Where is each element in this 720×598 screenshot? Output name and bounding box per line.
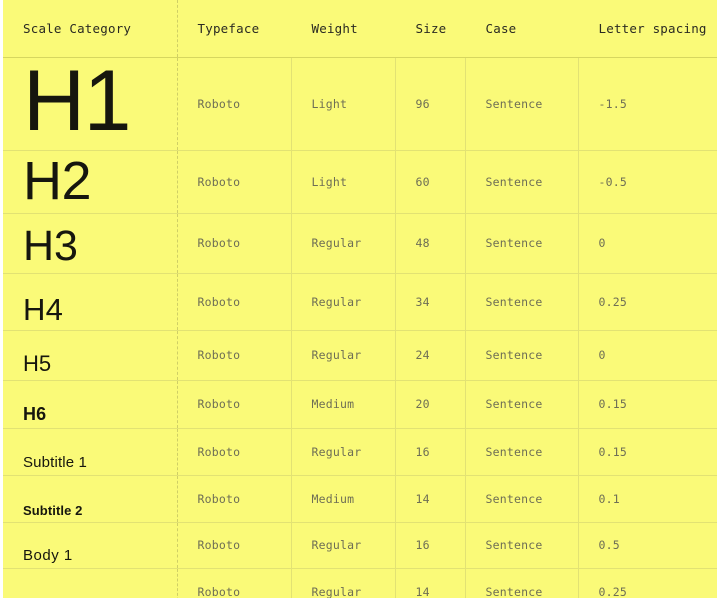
type-sample-h5: H5 [23,351,52,377]
cell-letter-spacing: 0.25 [578,273,717,331]
table-row: H2 Roboto Light 60 Sentence -0.5 [3,150,717,214]
type-sample-h2: H2 [23,150,92,211]
table-row: Subtitle 1 Roboto Regular 16 Sentence 0.… [3,428,717,476]
cell-typeface: Roboto [177,380,292,429]
cell-case: Sentence [465,213,579,274]
column-header-letter-spacing: Letter spacing [578,0,717,58]
cell-typeface: Roboto [177,568,292,598]
table-row: H1 Roboto Light 96 Sentence -1.5 [3,53,717,151]
cell-weight: Medium [291,380,396,429]
cell-case: Sentence [465,57,579,151]
table-row: Subtitle 2 Roboto Medium 14 Sentence 0.1 [3,475,717,523]
type-sample-h4: H4 [23,292,64,328]
cell-case: Sentence [465,568,579,598]
cell-typeface: Roboto [177,475,292,523]
table-row: H6 Roboto Medium 20 Sentence 0.15 [3,380,717,429]
cell-size: 14 [395,475,466,523]
column-header-scale-category: Scale Category [3,0,178,58]
table-row: H4 Roboto Regular 34 Sentence 0.25 [3,273,717,331]
cell-case: Sentence [465,522,579,569]
cell-scale-sample: H2 [3,150,178,214]
cell-typeface: Roboto [177,57,292,151]
cell-weight: Regular [291,213,396,274]
cell-letter-spacing: 0.15 [578,428,717,476]
table-body: H1 Roboto Light 96 Sentence -1.5 H2 Robo… [3,53,717,598]
cell-weight: Regular [291,330,396,381]
cell-size: 34 [395,273,466,331]
table-row: H5 Roboto Regular 24 Sentence 0 [3,330,717,381]
cell-size: 96 [395,57,466,151]
cell-scale-sample: Body 2 [3,568,178,598]
column-header-typeface: Typeface [177,0,291,58]
cell-scale-sample: Subtitle 2 [3,475,178,523]
table-row: H3 Roboto Regular 48 Sentence 0 [3,213,717,274]
type-sample-h1: H1 [23,53,131,149]
type-sample-h6: H6 [23,404,47,425]
cell-scale-sample: H3 [3,213,178,274]
cell-letter-spacing: -0.5 [578,150,717,214]
cell-letter-spacing: -1.5 [578,57,717,151]
cell-typeface: Roboto [177,273,292,331]
cell-letter-spacing: 0.15 [578,380,717,429]
type-scale-sheet: Scale Category Typeface Weight Size Case… [3,0,717,598]
cell-size: 16 [395,428,466,476]
table-header: Scale Category Typeface Weight Size Case… [3,0,717,58]
cell-scale-sample: H1 [3,53,178,151]
type-sample-body-1: Body 1 [23,547,73,565]
cell-typeface: Roboto [177,522,292,569]
cell-weight: Regular [291,273,396,331]
type-scale-table: Scale Category Typeface Weight Size Case… [3,0,717,598]
table-row: Body 1 Roboto Regular 16 Sentence 0.5 [3,522,717,569]
cell-size: 48 [395,213,466,274]
cell-letter-spacing: 0.5 [578,522,717,569]
cell-size: 14 [395,568,466,598]
cell-size: 16 [395,522,466,569]
type-sample-subtitle-1: Subtitle 1 [23,454,88,472]
cell-size: 24 [395,330,466,381]
header-row: Scale Category Typeface Weight Size Case… [3,0,717,58]
type-sample-h3: H3 [23,221,78,270]
column-header-size: Size [395,0,465,58]
cell-letter-spacing: 0.1 [578,475,717,523]
cell-weight: Light [291,150,396,214]
column-header-case: Case [465,0,578,58]
cell-scale-sample: H4 [3,273,178,331]
cell-scale-sample: H6 [3,380,178,429]
cell-letter-spacing: 0 [578,213,717,274]
cell-scale-sample: H5 [3,330,178,381]
cell-size: 60 [395,150,466,214]
cell-case: Sentence [465,273,579,331]
column-header-weight: Weight [291,0,395,58]
cell-scale-sample: Subtitle 1 [3,428,178,476]
cell-weight: Light [291,57,396,151]
cell-weight: Regular [291,428,396,476]
cell-weight: Regular [291,522,396,569]
cell-typeface: Roboto [177,428,292,476]
cell-case: Sentence [465,330,579,381]
table-row: Body 2 Roboto Regular 14 Sentence 0.25 [3,568,717,598]
cell-letter-spacing: 0 [578,330,717,381]
cell-typeface: Roboto [177,330,292,381]
cell-size: 20 [395,380,466,429]
cell-case: Sentence [465,150,579,214]
cell-weight: Regular [291,568,396,598]
type-sample-subtitle-2: Subtitle 2 [23,503,83,519]
cell-case: Sentence [465,428,579,476]
cell-case: Sentence [465,380,579,429]
cell-letter-spacing: 0.25 [578,568,717,598]
cell-typeface: Roboto [177,213,292,274]
cell-case: Sentence [465,475,579,523]
cell-typeface: Roboto [177,150,292,214]
cell-scale-sample: Body 1 [3,522,178,569]
cell-weight: Medium [291,475,396,523]
